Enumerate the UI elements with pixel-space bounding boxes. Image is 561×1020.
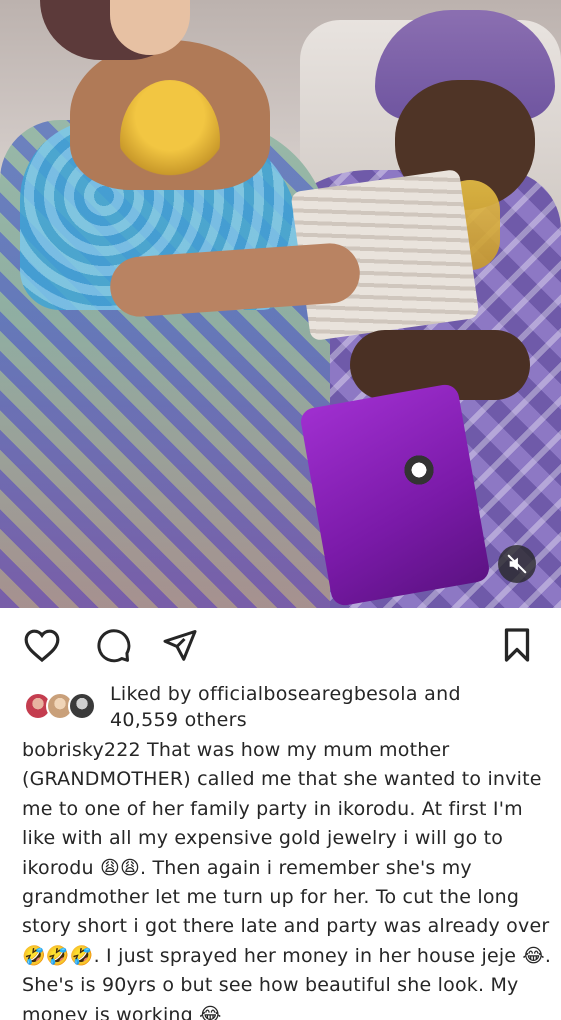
heart-icon	[24, 629, 60, 663]
avatar[interactable]	[68, 692, 96, 720]
bookmark-icon	[504, 628, 530, 662]
instagram-post: Liked by officialbosearegbesola and 40,5…	[0, 0, 561, 1020]
caption-username[interactable]: bobrisky222	[22, 739, 141, 761]
likes-username[interactable]: officialbosearegbesola	[198, 683, 418, 705]
likes-count[interactable]: 40,559 others	[110, 709, 247, 731]
comment-button[interactable]	[94, 625, 134, 665]
share-button[interactable]	[160, 625, 200, 665]
likes-text: Liked by officialbosearegbesola and 40,5…	[110, 681, 550, 733]
photo-purse-clasp	[400, 455, 438, 485]
post-caption: bobrisky222 That was how my mum mother (…	[22, 736, 552, 1020]
photo-purple-purse	[298, 382, 492, 608]
likes-connector: and	[417, 683, 461, 705]
caption-text: That was how my mum mother (GRANDMOTHER)…	[22, 739, 552, 1020]
send-icon	[163, 630, 197, 661]
post-action-bar	[0, 608, 561, 682]
post-photo[interactable]	[0, 0, 561, 608]
like-button[interactable]	[22, 625, 62, 665]
likes-prefix: Liked by	[110, 683, 199, 705]
photo-left-necklace	[120, 80, 220, 200]
save-button[interactable]	[497, 625, 537, 665]
speaker-muted-icon	[507, 554, 527, 574]
mute-button[interactable]	[498, 545, 536, 583]
comment-icon	[97, 629, 131, 663]
liker-avatars[interactable]	[24, 692, 104, 724]
likes-summary[interactable]: Liked by officialbosearegbesola and 40,5…	[0, 680, 561, 736]
